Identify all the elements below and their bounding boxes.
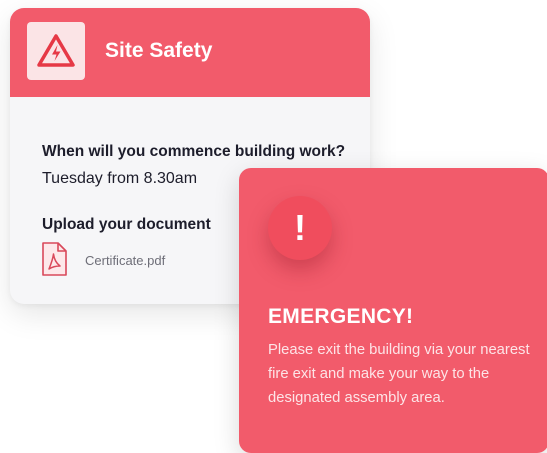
file-name-link[interactable]: Certificate.pdf: [85, 253, 165, 268]
card-title: Site Safety: [105, 39, 213, 62]
emergency-title: EMERGENCY!: [268, 305, 414, 328]
emergency-message: Please exit the building via your neares…: [268, 342, 530, 406]
exclamation-glyph: !: [294, 207, 306, 248]
high-voltage-warning-icon: [27, 22, 85, 80]
pdf-file-icon[interactable]: [41, 242, 67, 276]
exclamation-icon: !: [268, 196, 332, 260]
card-header: Site Safety: [10, 8, 370, 97]
upload-label: Upload your document: [42, 216, 211, 233]
emergency-card: ! EMERGENCY! Please exit the building vi…: [239, 168, 547, 453]
answer-value: Tuesday from 8.30am: [42, 170, 198, 187]
question-label: When will you commence building work?: [42, 143, 346, 160]
